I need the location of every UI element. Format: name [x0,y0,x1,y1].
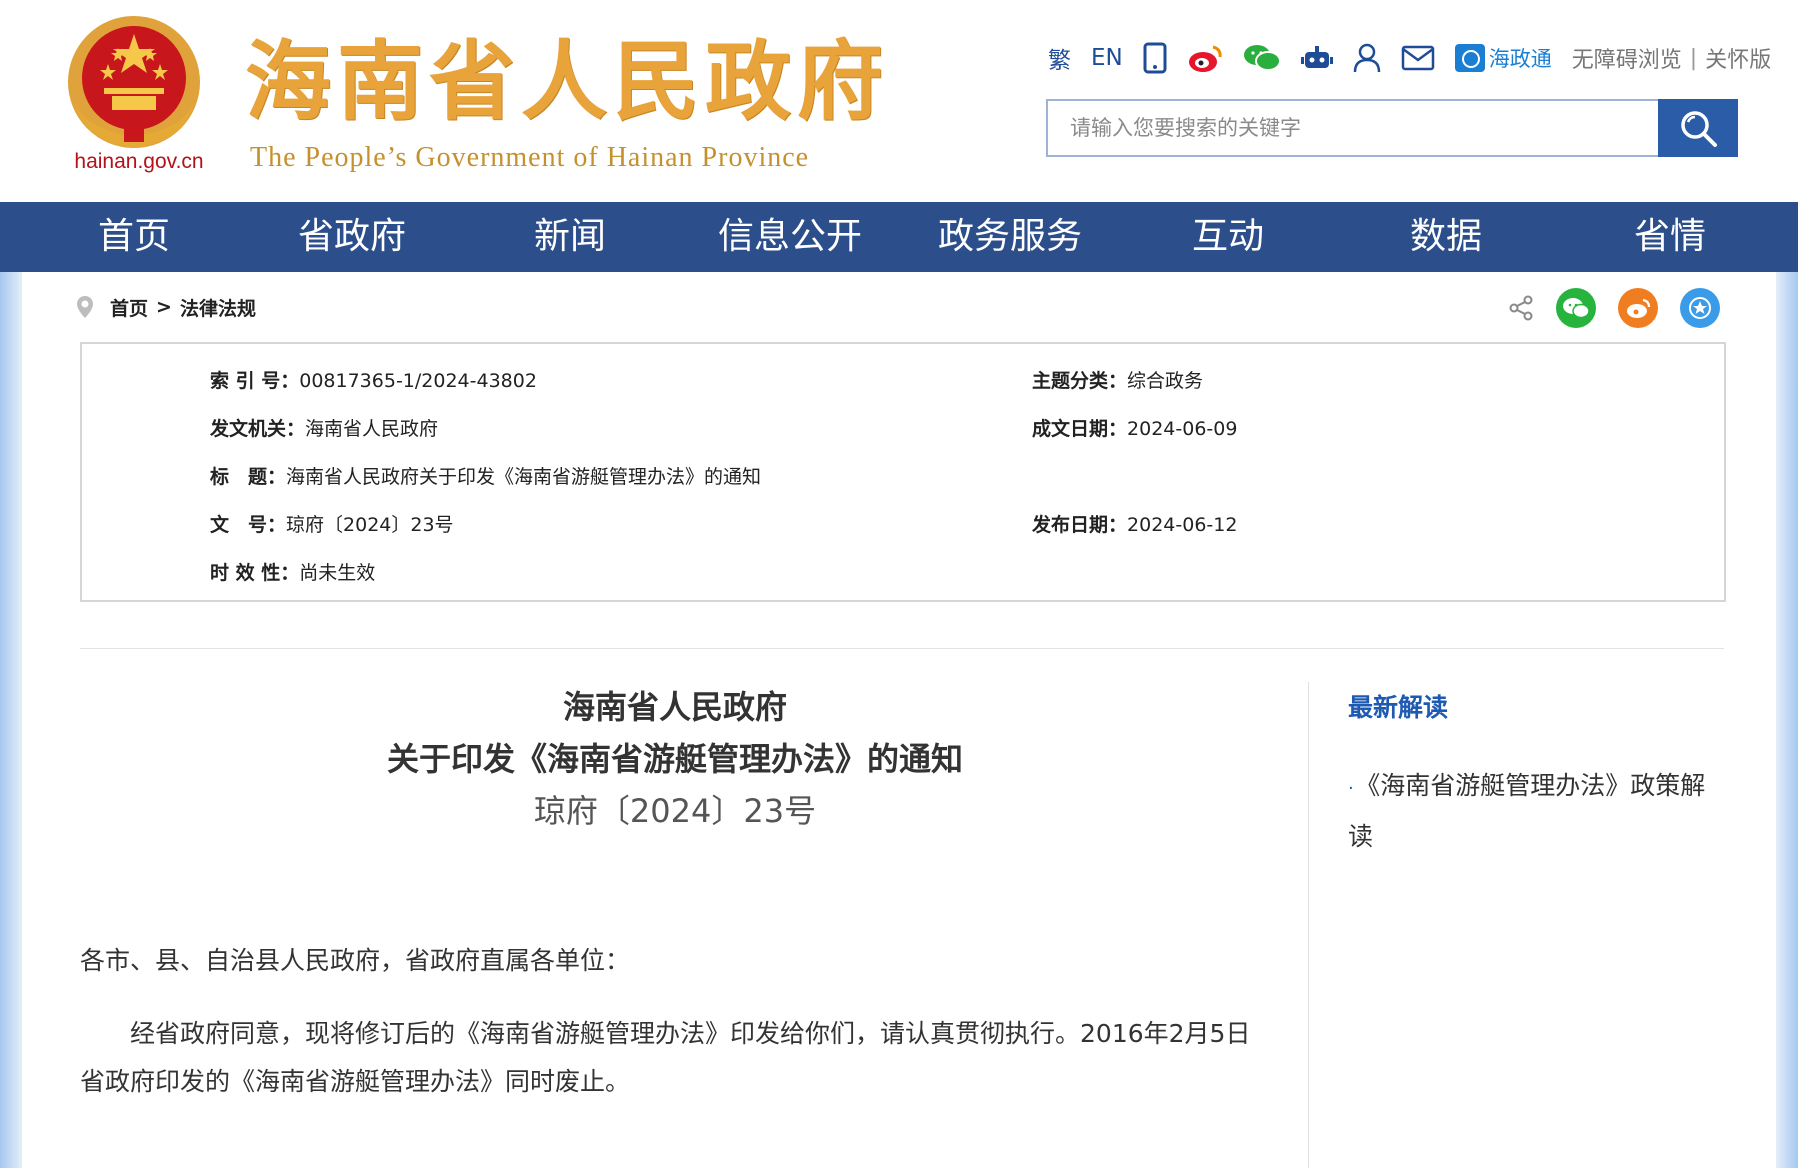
nav-info-disclosure[interactable]: 信息公开 [718,202,862,272]
bullet-icon: · [1348,778,1354,799]
meta-title-label: 标 题： [210,466,287,488]
meta-docno-label: 文 号： [210,514,287,536]
hzt-icon [1454,44,1485,72]
weibo-icon[interactable] [1187,38,1223,78]
search-icon [1681,111,1717,147]
meta-issuer-label: 发文机关： [210,418,306,440]
search-input[interactable] [1046,99,1660,157]
meta-index-label: 索 引 号： [210,370,300,392]
meta-validity-label: 时 效 性： [210,562,300,584]
nav-interaction[interactable]: 互动 [1192,202,1264,272]
breadcrumb-home[interactable]: 首页 [110,294,148,321]
nav-province-overview[interactable]: 省情 [1634,202,1706,272]
share-wechat-icon[interactable] [1556,288,1596,328]
sidebar-item-interpretation[interactable]: · 《海南省游艇管理办法》政策解读 [1348,762,1728,861]
meta-index-value: 00817365-1/2024-43802 [299,370,537,392]
site-header: hainan.gov.cn 海南省人民政府 The People’s Gover… [0,0,1798,202]
nav-provincial-gov[interactable]: 省政府 [298,202,406,272]
meta-issuer: 发文机关：海南省人民政府 [210,414,438,441]
content-divider [80,648,1724,649]
article-heading-issuer: 海南省人民政府 [562,688,787,726]
meta-title: 标 题：海南省人民政府关于印发《海南省游艇管理办法》的通知 [210,462,761,489]
meta-topic-label: 主题分类： [1032,370,1128,392]
user-icon[interactable] [1353,38,1381,78]
main-nav: 首页 省政府 新闻 信息公开 政务服务 互动 数据 省情 [0,202,1798,272]
toolbar-separator: | [1689,45,1698,71]
meta-publish-date: 发布日期：2024-06-12 [1032,510,1237,537]
meta-issuer-value: 海南省人民政府 [305,418,439,440]
meta-date-value: 2024-06-09 [1127,418,1238,440]
mail-icon[interactable] [1401,38,1435,78]
nav-gov-services[interactable]: 政务服务 [938,202,1082,272]
elderly-mode-link[interactable]: 关怀版 [1705,42,1771,74]
nav-data[interactable]: 数据 [1410,202,1482,272]
english-link[interactable]: EN [1091,38,1123,78]
national-emblem-icon[interactable] [64,12,204,152]
site-subtitle: The People’s Government of Hainan Provin… [250,142,810,173]
location-pin-icon [77,296,93,318]
meta-validity-value: 尚未生效 [299,562,376,584]
sidebar-item-label: 《海南省游艇管理办法》政策解读 [1348,771,1706,851]
breadcrumb-separator: > [156,296,172,318]
traditional-chinese-link[interactable]: 繁 [1048,38,1071,78]
meta-index: 索 引 号：00817365-1/2024-43802 [210,366,537,393]
article-doc-number: 琼府〔2024〕23号 [533,792,817,830]
share-weibo-icon[interactable] [1618,288,1658,328]
accessibility-link[interactable]: 无障碍浏览 [1572,42,1682,74]
site-title[interactable]: 海南省人民政府 [245,32,889,132]
share-favorite-icon[interactable] [1680,288,1720,328]
meta-doc-number: 文 号：琼府〔2024〕23号 [210,510,454,537]
meta-topic-value: 综合政务 [1127,370,1204,392]
share-icon[interactable] [1508,295,1534,321]
mobile-icon[interactable] [1143,38,1167,78]
search-button[interactable] [1658,99,1738,157]
article-body: 经省政府同意，现将修订后的《海南省游艇管理办法》印发给你们，请认真贯彻执行。20… [80,1019,1251,1096]
breadcrumb: 首页 > 法律法规 [76,292,256,322]
search-bar [1046,99,1738,157]
meta-pub-label: 发布日期： [1032,514,1128,536]
hzt-label: 海政通 [1488,47,1552,71]
document-meta-box: 索 引 号：00817365-1/2024-43802 主题分类：综合政务 发文… [80,342,1726,602]
wechat-icon[interactable] [1243,38,1281,78]
meta-validity: 时 效 性：尚未生效 [210,558,375,585]
page-side-decoration-left [0,272,22,1168]
site-domain: hainan.gov.cn [74,150,204,173]
meta-pub-value: 2024-06-12 [1127,514,1238,536]
sidebar-divider [1308,682,1309,1168]
meta-docno-value: 琼府〔2024〕23号 [286,514,454,536]
meta-title-value: 海南省人民政府关于印发《海南省游艇管理办法》的通知 [286,466,762,488]
robot-icon[interactable] [1300,38,1333,78]
share-bar [1508,286,1720,330]
article-heading-title: 关于印发《海南省游艇管理办法》的通知 [386,740,963,778]
meta-topic: 主题分类：综合政务 [1032,366,1203,393]
header-toolbar: 繁 EN 海政通 无障碍浏览 | 关怀版 [1048,38,1771,78]
nav-news[interactable]: 新闻 [534,202,606,272]
meta-written-date: 成文日期：2024-06-09 [1032,414,1237,441]
meta-date-label: 成文日期： [1032,418,1128,440]
article-salutation: 各市、县、自治县人民政府，省政府直属各单位： [80,946,631,975]
page-side-decoration-right [1776,272,1798,1168]
hzt-link[interactable]: 海政通 [1454,43,1552,73]
sidebar-title: 最新解读 [1348,693,1449,722]
nav-home[interactable]: 首页 [98,202,170,272]
breadcrumb-current[interactable]: 法律法规 [180,294,256,321]
